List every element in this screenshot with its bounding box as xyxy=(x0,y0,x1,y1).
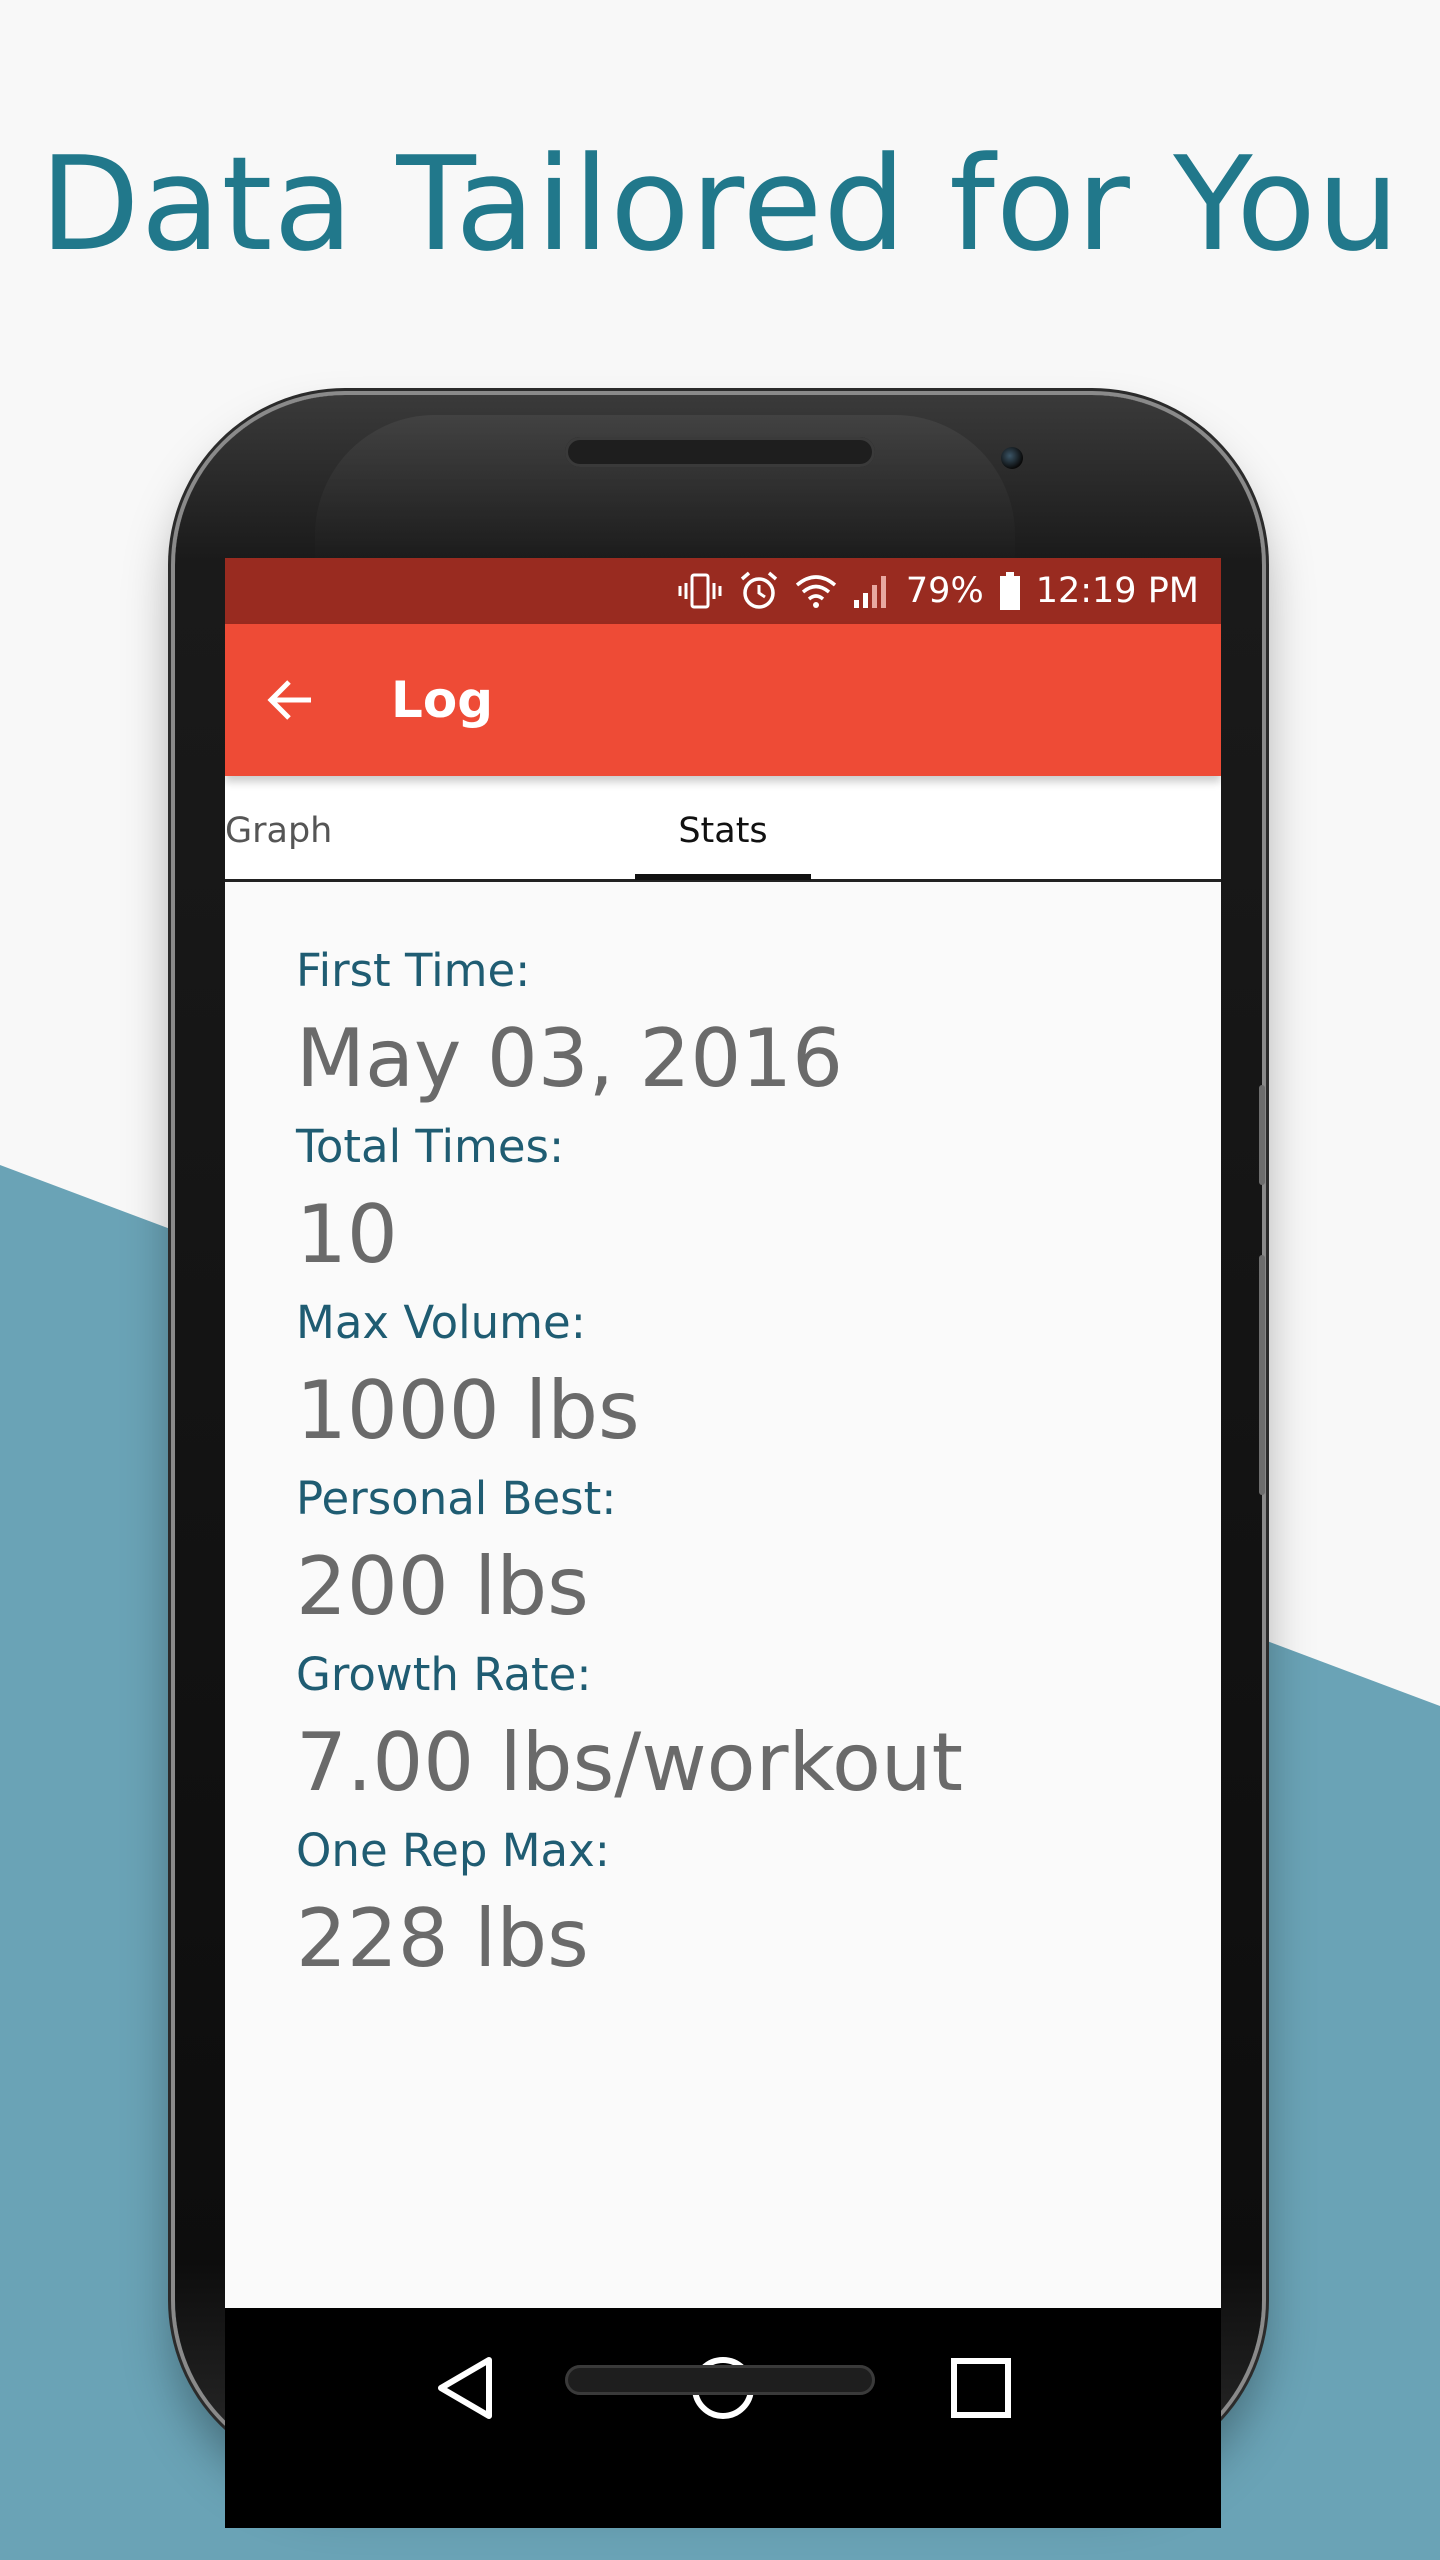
back-triangle-icon xyxy=(438,2357,492,2419)
status-icons: 79% 12:19 PM xyxy=(676,558,1199,624)
front-camera xyxy=(1001,447,1023,469)
vibrate-icon xyxy=(676,571,724,611)
phone-frame: 79% 12:19 PM Log Graph Stats First Time:… xyxy=(175,395,1265,2528)
app-bar: Log xyxy=(225,624,1221,776)
tab-bar: Graph Stats xyxy=(225,776,1221,882)
nav-recents-button[interactable] xyxy=(921,2328,1041,2448)
status-bar: 79% 12:19 PM xyxy=(225,558,1221,624)
first-time-value: May 03, 2016 xyxy=(296,1012,844,1105)
stats-list: First Time: May 03, 2016 Total Times: 10… xyxy=(296,938,1196,1994)
navigation-bar xyxy=(225,2308,1221,2528)
one-rep-max-label: One Rep Max: xyxy=(296,1824,610,1877)
wifi-icon xyxy=(794,573,838,609)
growth-rate-value: 7.00 lbs/workout xyxy=(296,1716,963,1809)
phone-screen: 79% 12:19 PM Log Graph Stats First Time:… xyxy=(225,558,1221,2528)
back-button[interactable] xyxy=(261,670,321,730)
max-volume-label: Max Volume: xyxy=(296,1296,586,1349)
personal-best-value: 200 lbs xyxy=(296,1540,589,1633)
nav-back-button[interactable] xyxy=(405,2328,525,2448)
total-times-label: Total Times: xyxy=(296,1120,565,1173)
top-speaker xyxy=(565,437,875,467)
bottom-speaker xyxy=(565,2365,875,2395)
signal-icon xyxy=(852,572,892,610)
total-times-value: 10 xyxy=(296,1188,398,1281)
power-button xyxy=(1259,1255,1265,1495)
one-rep-max-value: 228 lbs xyxy=(296,1892,589,1985)
growth-rate-label: Growth Rate: xyxy=(296,1648,592,1701)
personal-best-label: Personal Best: xyxy=(296,1472,617,1525)
alarm-icon xyxy=(738,570,780,612)
app-bar-title: Log xyxy=(391,671,494,729)
recents-square-icon xyxy=(951,2358,1011,2418)
max-volume-value: 1000 lbs xyxy=(296,1364,640,1457)
tab-graph[interactable]: Graph xyxy=(225,776,425,879)
battery-icon xyxy=(998,571,1022,611)
volume-button xyxy=(1259,1085,1265,1185)
first-time-label: First Time: xyxy=(296,944,531,997)
battery-percent: 79% xyxy=(905,571,984,611)
page-headline: Data Tailored for You xyxy=(39,128,1401,280)
arrow-back-icon xyxy=(267,680,311,720)
tab-indicator xyxy=(635,874,811,880)
clock-time: 12:19 PM xyxy=(1035,571,1199,611)
tab-stats[interactable]: Stats xyxy=(635,776,811,879)
